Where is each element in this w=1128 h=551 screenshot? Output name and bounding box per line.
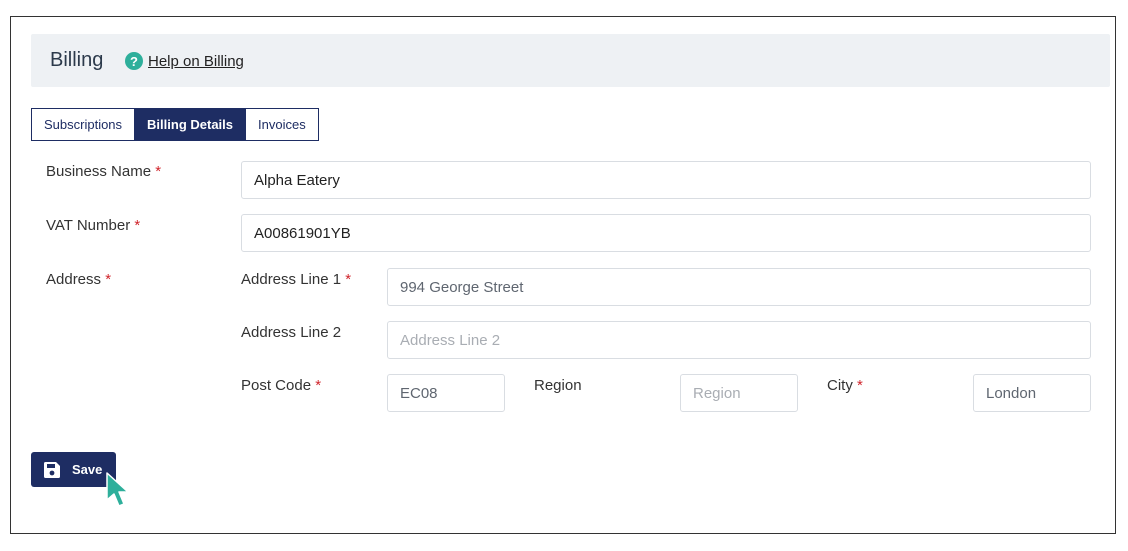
billing-tabs: Subscriptions Billing Details Invoices xyxy=(31,108,319,141)
mouse-pointer-icon xyxy=(106,472,129,507)
help-on-billing-link[interactable]: Help on Billing xyxy=(148,53,244,70)
required-mark: * xyxy=(105,271,112,288)
required-mark: * xyxy=(134,217,141,234)
address-line-1-label-text: Address Line 1 xyxy=(241,271,342,288)
address-line-1-input[interactable] xyxy=(387,268,1091,306)
region-label: Region xyxy=(534,377,582,394)
address-line-2-label: Address Line 2 xyxy=(241,324,341,341)
save-button[interactable]: Save xyxy=(31,452,116,487)
required-mark: * xyxy=(315,377,322,394)
save-button-label: Save xyxy=(72,462,103,477)
tab-invoices[interactable]: Invoices xyxy=(245,109,318,140)
vat-number-input[interactable] xyxy=(241,214,1091,252)
required-mark: * xyxy=(857,377,863,394)
address-line-2-input[interactable] xyxy=(387,321,1091,359)
page-header: Billing ? Help on Billing xyxy=(31,34,1110,87)
tab-subscriptions[interactable]: Subscriptions xyxy=(32,109,135,140)
post-code-input[interactable] xyxy=(387,374,505,412)
page-title: Billing xyxy=(50,49,104,71)
business-name-label-text: Business Name xyxy=(46,163,152,180)
region-input[interactable] xyxy=(680,374,798,412)
floppy-disk-icon xyxy=(44,461,60,478)
city-label: City * xyxy=(827,377,863,394)
tab-billing-details[interactable]: Billing Details xyxy=(134,109,246,140)
question-icon[interactable]: ? xyxy=(125,52,143,70)
required-mark: * xyxy=(155,163,162,180)
city-input[interactable] xyxy=(973,374,1091,412)
address-line-2-label-text: Address Line 2 xyxy=(241,324,342,341)
post-code-label-text: Post Code xyxy=(241,377,312,394)
billing-panel: Billing ? Help on Billing Subscriptions … xyxy=(10,16,1116,534)
required-mark: * xyxy=(345,271,352,288)
help-link-group[interactable]: ? Help on Billing xyxy=(125,52,244,70)
city-label-text: City xyxy=(827,377,853,394)
address-line-1-label: Address Line 1 * xyxy=(241,271,351,288)
post-code-label: Post Code * xyxy=(241,377,321,394)
address-label: Address * xyxy=(46,271,111,288)
region-label-text: Region xyxy=(534,377,582,394)
vat-number-label: VAT Number * xyxy=(46,217,140,234)
business-name-label: Business Name * xyxy=(46,163,161,180)
business-name-input[interactable] xyxy=(241,161,1091,199)
vat-number-label-text: VAT Number xyxy=(46,217,131,234)
address-label-text: Address xyxy=(46,271,102,288)
